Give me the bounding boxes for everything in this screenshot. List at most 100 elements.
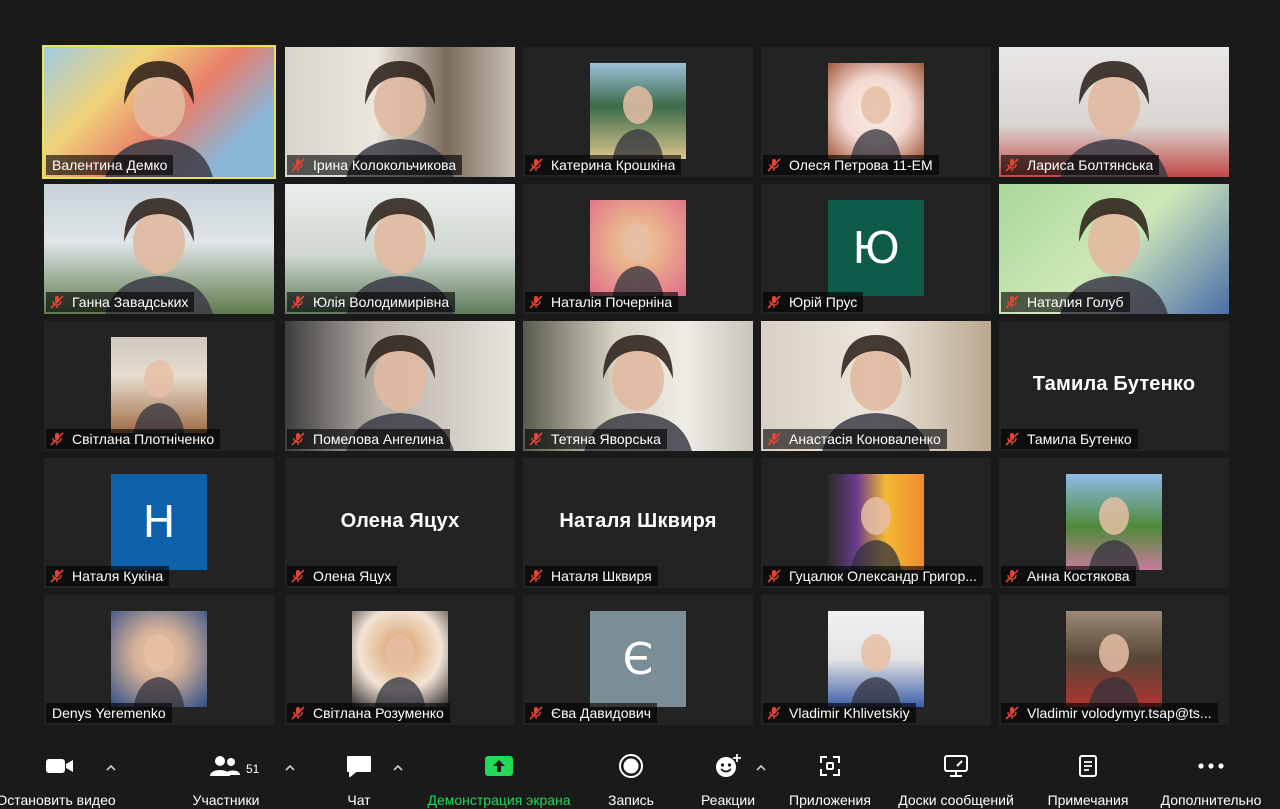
participant-tile[interactable]: Тетяна Яворська <box>523 321 753 451</box>
muted-mic-icon <box>1005 295 1019 309</box>
participant-display-name: Тамила Бутенко <box>1032 373 1196 395</box>
muted-mic-icon <box>767 158 781 172</box>
participant-name-tag: Наталя Кукіна <box>46 566 170 586</box>
muted-mic-icon <box>767 432 781 446</box>
stop-video-button[interactable]: Остановить видео <box>0 745 120 809</box>
participant-name-tag: Лариса Болтянська <box>1001 155 1160 175</box>
participant-name: Валентина Демко <box>52 157 168 173</box>
participant-name-tag: Світлана Плотніченко <box>46 429 221 449</box>
share-screen-button[interactable]: Демонстрация экрана <box>420 745 578 809</box>
participant-name-tag: Vladimir volodymyr.tsap@ts... <box>1001 703 1218 723</box>
participant-tile[interactable]: Ю Юрій Прус <box>761 184 991 314</box>
participant-name: Ірина Колокольчикова <box>313 157 457 173</box>
participant-name-tag: Юрій Прус <box>763 292 864 312</box>
record-label: Запись <box>608 792 654 808</box>
participant-tile[interactable]: Лариса Болтянська <box>999 47 1229 177</box>
muted-mic-icon <box>291 295 305 309</box>
participant-tile[interactable]: Анна Костякова <box>999 458 1229 588</box>
participant-tile[interactable]: Є Єва Давидович <box>523 595 753 725</box>
muted-mic-icon <box>50 295 64 309</box>
participant-tile[interactable]: Наталія Почерніна <box>523 184 753 314</box>
participant-avatar-photo <box>828 474 924 570</box>
participant-tile[interactable]: Олеся Петрова 11-ЕМ <box>761 47 991 177</box>
participant-name-tag: Ірина Колокольчикова <box>287 155 463 175</box>
participant-name: Гуцалюк Олександр Григор... <box>789 568 977 584</box>
participant-tile[interactable]: Наталия Голуб <box>999 184 1229 314</box>
participant-tile[interactable]: Ірина Колокольчикова <box>285 47 515 177</box>
participant-tile[interactable]: Юлія Володимирівна <box>285 184 515 314</box>
participant-tile[interactable]: Н Наталя Кукіна <box>44 458 274 588</box>
participant-name: Світлана Плотніченко <box>72 431 215 447</box>
muted-mic-icon <box>1005 158 1019 172</box>
participant-tile[interactable]: Світлана Розуменко <box>285 595 515 725</box>
whiteboards-button[interactable]: Доски сообщений <box>890 745 1022 809</box>
participant-tile[interactable]: Ганна Завадських <box>44 184 274 314</box>
participant-avatar-photo <box>111 611 207 707</box>
participant-tile[interactable]: Гуцалюк Олександр Григор... <box>761 458 991 588</box>
participant-tile[interactable]: Наталя Шквиря Наталя Шквиря <box>523 458 753 588</box>
muted-mic-icon <box>529 569 543 583</box>
participant-name-tag: Олена Яцух <box>287 566 398 586</box>
participant-name-tag: Тетяна Яворська <box>525 429 667 449</box>
reactions-options-caret-icon[interactable] <box>755 763 767 773</box>
muted-mic-icon <box>767 569 781 583</box>
participant-tile[interactable]: Помелова Ангелина <box>285 321 515 451</box>
participants-count: 51 <box>246 762 260 776</box>
participants-options-caret-icon[interactable] <box>284 763 296 773</box>
apps-button[interactable]: Приложения <box>784 745 876 809</box>
participant-name-tag: Vladimir Khlivetskiy <box>763 703 916 723</box>
participant-avatar-photo <box>1066 611 1162 707</box>
stop-video-label: Остановить видео <box>0 792 116 808</box>
record-button[interactable]: Запись <box>600 745 662 809</box>
video-camera-icon <box>44 745 76 787</box>
participant-avatar-photo <box>828 611 924 707</box>
muted-mic-icon <box>291 432 305 446</box>
participant-display-name: Наталя Шквиря <box>559 510 717 532</box>
participant-name-tag: Катерина Крошкіна <box>525 155 682 175</box>
participant-tile[interactable]: Олена Яцух Олена Яцух <box>285 458 515 588</box>
notes-button[interactable]: Примечания <box>1040 745 1136 809</box>
participant-name: Єва Давидович <box>551 705 652 721</box>
share-screen-label: Демонстрация экрана <box>427 792 571 808</box>
chat-button[interactable]: Чат <box>330 745 388 809</box>
muted-mic-icon <box>767 295 781 309</box>
participant-name: Vladimir volodymyr.tsap@ts... <box>1027 705 1212 721</box>
muted-mic-icon <box>767 706 781 720</box>
participant-name: Наталия Голуб <box>1027 294 1124 310</box>
share-screen-icon <box>484 745 514 787</box>
participant-avatar-photo <box>590 63 686 159</box>
participant-tile[interactable]: Vladimir volodymyr.tsap@ts... <box>999 595 1229 725</box>
chat-label: Чат <box>347 792 371 808</box>
participant-tile[interactable]: Тамила Бутенко Тамила Бутенко <box>999 321 1229 451</box>
participant-name: Ганна Завадських <box>72 294 189 310</box>
participant-name: Анастасія Коноваленко <box>789 431 941 447</box>
muted-mic-icon <box>529 158 543 172</box>
more-dots-icon <box>1197 745 1225 787</box>
participant-tile[interactable]: Vladimir Khlivetskiy <box>761 595 991 725</box>
participant-tile[interactable]: Denys Yeremenko <box>44 595 274 725</box>
participant-name-tag: Наталия Голуб <box>1001 292 1130 312</box>
meeting-toolbar: Остановить видео Участники 51 Чат Демонс… <box>0 745 1280 809</box>
participant-letter-avatar: Ю <box>828 200 924 296</box>
participant-tile[interactable]: Катерина Крошкіна <box>523 47 753 177</box>
participant-avatar-photo <box>1066 474 1162 570</box>
participant-name-tag: Олеся Петрова 11-ЕМ <box>763 155 939 175</box>
participant-name-tag: Denys Yeremenko <box>46 703 172 723</box>
participant-letter-avatar: Є <box>590 611 686 707</box>
more-button[interactable]: Дополнительно <box>1152 745 1270 809</box>
reactions-icon <box>713 745 743 787</box>
participant-display-name: Олена Яцух <box>340 510 460 532</box>
muted-mic-icon <box>1005 432 1019 446</box>
participant-tile[interactable]: Анастасія Коноваленко <box>761 321 991 451</box>
participants-button[interactable]: Участники <box>180 745 272 809</box>
participant-name: Помелова Ангелина <box>313 431 444 447</box>
reactions-button[interactable]: Реакции <box>694 745 762 809</box>
participant-tile[interactable]: Світлана Плотніченко <box>44 321 274 451</box>
participant-name-tag: Тамила Бутенко <box>1001 429 1138 449</box>
chat-options-caret-icon[interactable] <box>392 763 404 773</box>
participant-tile[interactable]: Валентина Демко <box>42 45 276 179</box>
apps-label: Приложения <box>789 792 871 808</box>
video-grid: Валентина Демко Ірина Колокольчикова Катер… <box>0 0 1280 740</box>
whiteboards-label: Доски сообщений <box>898 792 1014 808</box>
video-options-caret-icon[interactable] <box>105 763 117 773</box>
